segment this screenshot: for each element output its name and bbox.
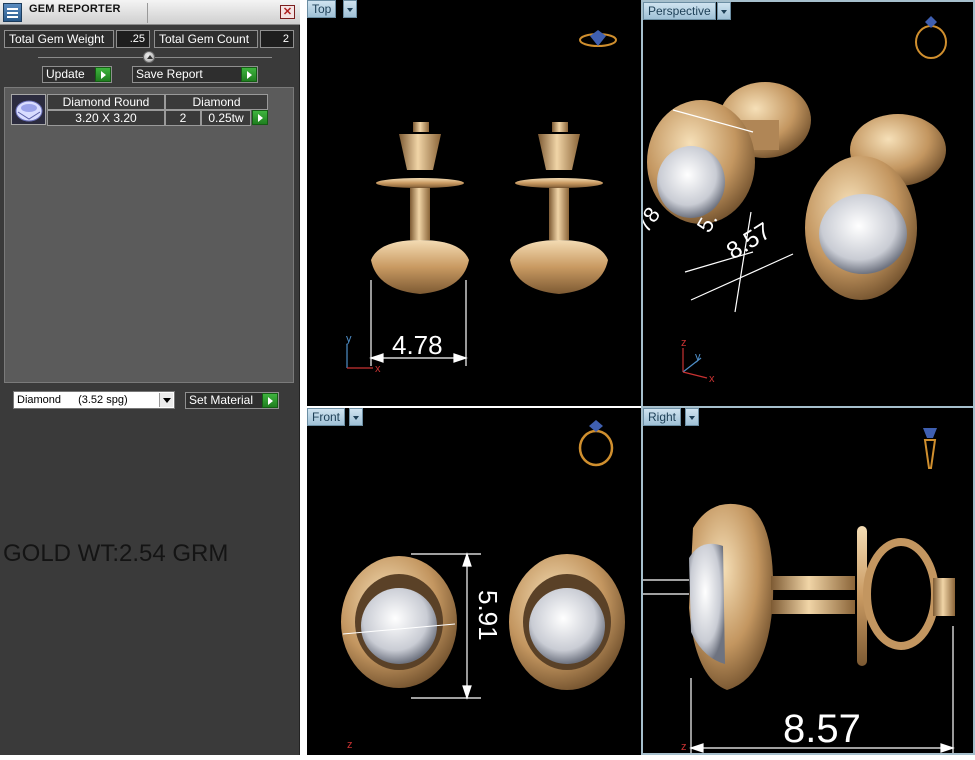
viewport-right[interactable]: Right 8.57 z [641,406,975,755]
panel-title: GEM REPORTER [29,3,121,15]
gem-count-cell[interactable]: 2 [165,110,201,126]
top-dimension-text: 4.78 [392,330,443,360]
earring-front-right [805,156,917,300]
view-cube-ring-icon [578,420,614,467]
gem-row-play-arrow-icon[interactable] [252,110,268,125]
axis-z-label: z [681,337,687,349]
play-arrow-icon [262,393,278,408]
axis-y-label: y [695,351,701,363]
set-material-button-label: Set Material [189,393,254,407]
total-gem-count-value: 2 [260,30,294,48]
save-report-button[interactable]: Save Report [132,66,258,83]
view-cube-stud-icon [923,428,937,469]
viewport-perspective[interactable]: Perspective 8.57 5. 78 z y x [641,0,975,408]
axis-x-label: x [375,363,381,375]
gold-weight-annotation: GOLD WT:2.54 GRM [3,540,229,567]
perspective-dimension-3: 78 [643,202,665,236]
total-gem-weight-value: .25 [116,30,150,48]
viewport-top[interactable]: Top 4.78 y x [307,0,641,406]
earring-right-front-view [509,554,625,690]
total-gem-count-label: Total Gem Count [154,30,258,48]
gem-reporter-panel: GEM REPORTER ✕ Total Gem Weight .25 Tota… [0,0,300,755]
axis-y-label: y [346,333,352,345]
collapse-arrow-icon[interactable] [143,51,155,63]
total-gem-weight-label: Total Gem Weight [4,30,114,48]
material-select[interactable]: Diamond (3.52 spg) [13,391,175,409]
gem-size-cell[interactable]: 3.20 X 3.20 [47,110,165,126]
section-divider [38,57,272,58]
view-cube-ring-icon [915,16,947,59]
set-material-button[interactable]: Set Material [185,392,279,409]
gem-weight-cell[interactable]: 0.25tw [201,110,251,126]
play-arrow-icon [241,67,257,82]
axis-triad-top: y x [346,333,381,375]
axis-z-label: z [681,741,687,753]
material-name: Diamond [17,394,62,406]
dropdown-arrow-icon [159,393,173,407]
material-spec: (3.52 spg) [78,394,128,406]
close-icon[interactable]: ✕ [280,5,295,19]
save-report-button-label: Save Report [136,67,203,81]
gem-reporter-icon [3,3,22,22]
panel-titlebar: GEM REPORTER ✕ [0,0,300,25]
update-button[interactable]: Update [42,66,112,83]
update-button-label: Update [46,67,85,81]
viewport-front[interactable]: Front 5.91 z [307,408,641,755]
titlebar-separator [147,3,148,23]
round-diamond-icon [11,94,46,125]
perspective-dimension-1: 8.57 [722,217,776,265]
earring-left-front-view [341,556,457,688]
gem-list: Diamond Round 3.20 X 3.20 Diamond 2 0.25… [4,87,294,383]
app-root: GEM REPORTER ✕ Total Gem Weight .25 Tota… [0,0,975,760]
play-arrow-icon [95,67,111,82]
gem-material-cell[interactable]: Diamond [165,94,268,110]
right-dimension-text: 8.57 [783,707,861,751]
axis-z-label: z [347,739,353,751]
gem-shape-cell[interactable]: Diamond Round [47,94,165,110]
view-cube-ring-icon [579,30,617,47]
earring-front-left [647,100,755,224]
axis-triad-perspective: z y x [681,337,715,385]
earring-side-view [689,503,955,690]
earring-left-top-view [371,122,469,294]
front-dimension-text: 5.91 [473,590,503,641]
axis-x-label: x [709,373,715,385]
earring-right-top-view [510,122,608,294]
